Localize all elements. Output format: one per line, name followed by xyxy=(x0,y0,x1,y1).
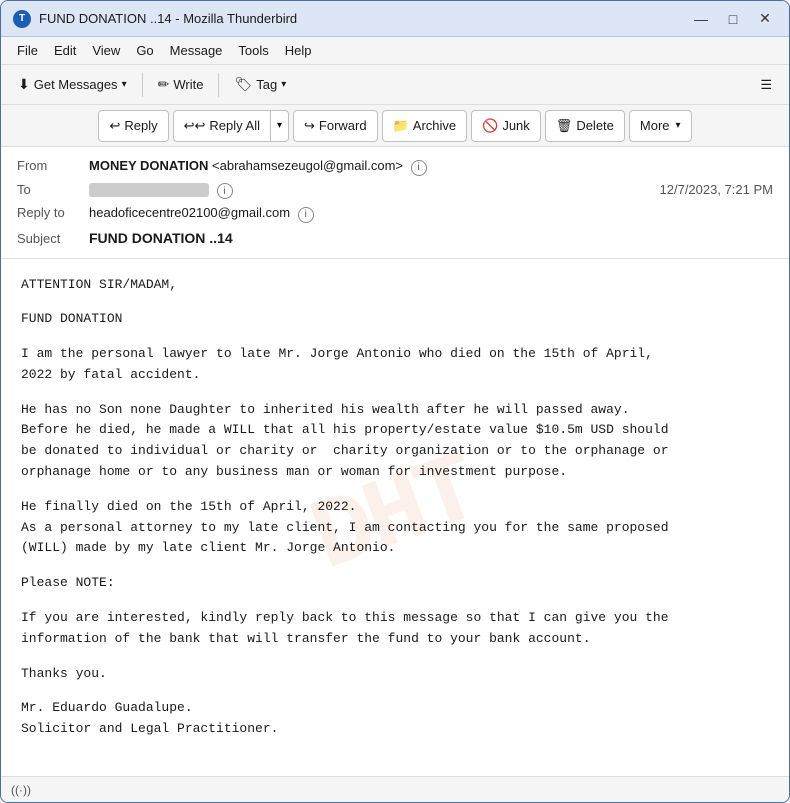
status-bar: ((·)) xyxy=(1,776,789,802)
body-paragraph-0: ATTENTION SIR/MADAM, xyxy=(21,275,769,296)
from-row: From MONEY DONATION <abrahamsezeugol@gma… xyxy=(17,155,773,179)
email-content: ATTENTION SIR/MADAM, FUND DONATION I am … xyxy=(21,275,769,741)
more-group: More ▾ xyxy=(629,110,692,142)
reply-to-value: headoficecentre02100@gmail.com i xyxy=(89,205,773,223)
body-paragraph-1: FUND DONATION xyxy=(21,309,769,330)
subject-label: Subject xyxy=(17,231,89,246)
menu-tools[interactable]: Tools xyxy=(230,41,276,60)
body-paragraph-8: Mr. Eduardo Guadalupe. Solicitor and Leg… xyxy=(21,698,769,740)
maximize-button[interactable]: □ xyxy=(721,9,745,29)
reply-icon: ↩ xyxy=(109,118,120,134)
menu-bar: File Edit View Go Message Tools Help xyxy=(1,37,789,65)
more-dropdown-icon: ▾ xyxy=(676,120,681,131)
toolbar-separator-1 xyxy=(142,73,143,97)
to-info-icon[interactable]: i xyxy=(217,183,233,199)
window-title: FUND DONATION ..14 - Mozilla Thunderbird xyxy=(39,11,689,26)
to-row: To i 12/7/2023, 7:21 PM xyxy=(17,179,773,203)
menu-go[interactable]: Go xyxy=(128,41,161,60)
subject-row: Subject FUND DONATION ..14 xyxy=(17,226,773,250)
menu-view[interactable]: View xyxy=(84,41,128,60)
tag-dropdown-icon[interactable]: ▾ xyxy=(281,79,286,90)
reply-all-group: ↩↩ Reply All ▾ xyxy=(173,110,289,142)
body-paragraph-7: Thanks you. xyxy=(21,664,769,685)
get-messages-dropdown-icon[interactable]: ▾ xyxy=(122,79,127,90)
archive-icon: 📁 xyxy=(393,118,409,134)
body-paragraph-5: Please NOTE: xyxy=(21,573,769,594)
from-value: MONEY DONATION <abrahamsezeugol@gmail.co… xyxy=(89,158,773,176)
reply-all-dropdown-icon: ▾ xyxy=(277,120,282,131)
subject-value: FUND DONATION ..14 xyxy=(89,230,773,246)
write-icon: ✏ xyxy=(158,76,170,93)
tag-icon: 🏷 xyxy=(234,76,252,93)
write-button[interactable]: ✏ Write xyxy=(149,70,213,100)
status-icon: ((·)) xyxy=(11,783,31,797)
toolbar: ⬇ Get Messages ▾ ✏ Write 🏷 Tag ▾ ☰ xyxy=(1,65,789,105)
from-info-icon[interactable]: i xyxy=(411,160,427,176)
menu-edit[interactable]: Edit xyxy=(46,41,84,60)
app-icon: T xyxy=(13,10,31,28)
archive-button[interactable]: 📁 Archive xyxy=(382,110,468,142)
body-paragraph-3: He has no Son none Daughter to inherited… xyxy=(21,400,769,483)
more-button[interactable]: More ▾ xyxy=(629,110,692,142)
reply-all-icon: ↩↩ xyxy=(184,118,206,134)
reply-all-button[interactable]: ↩↩ Reply All xyxy=(173,110,271,142)
to-value: i xyxy=(89,182,660,200)
delete-button[interactable]: 🗑 Delete xyxy=(545,110,625,142)
get-messages-button[interactable]: ⬇ Get Messages ▾ xyxy=(9,70,136,100)
minimize-button[interactable]: — xyxy=(689,9,713,29)
title-bar: T FUND DONATION ..14 - Mozilla Thunderbi… xyxy=(1,1,789,37)
junk-button[interactable]: 🚫 Junk xyxy=(471,110,541,142)
recipient-redacted xyxy=(89,183,209,197)
tag-button[interactable]: 🏷 Tag ▾ xyxy=(225,70,295,100)
forward-button[interactable]: ↪ Forward xyxy=(293,110,378,142)
menu-file[interactable]: File xyxy=(9,41,46,60)
reply-to-info-icon[interactable]: i xyxy=(298,207,314,223)
body-paragraph-2: I am the personal lawyer to late Mr. Jor… xyxy=(21,344,769,386)
from-label: From xyxy=(17,158,89,173)
menu-message[interactable]: Message xyxy=(162,41,231,60)
menu-help[interactable]: Help xyxy=(277,41,320,60)
email-headers: From MONEY DONATION <abrahamsezeugol@gma… xyxy=(1,147,789,259)
body-paragraph-4: He finally died on the 15th of April, 20… xyxy=(21,497,769,559)
toolbar-separator-2 xyxy=(218,73,219,97)
action-bar: ↩ Reply ↩↩ Reply All ▾ ↪ Forward 📁 Archi… xyxy=(1,105,789,147)
email-body: DHT ATTENTION SIR/MADAM, FUND DONATION I… xyxy=(1,259,789,777)
close-button[interactable]: ✕ xyxy=(753,9,777,29)
reply-to-label: Reply to xyxy=(17,205,89,220)
body-paragraph-6: If you are interested, kindly reply back… xyxy=(21,608,769,650)
reply-to-row: Reply to headoficecentre02100@gmail.com … xyxy=(17,202,773,226)
forward-icon: ↪ xyxy=(304,118,315,134)
toolbar-menu-button[interactable]: ☰ xyxy=(751,70,781,100)
window-controls: — □ ✕ xyxy=(689,9,777,29)
main-window: T FUND DONATION ..14 - Mozilla Thunderbi… xyxy=(0,0,790,803)
hamburger-icon: ☰ xyxy=(760,77,772,93)
delete-icon: 🗑 xyxy=(556,118,573,134)
to-label: To xyxy=(17,182,89,197)
email-date: 12/7/2023, 7:21 PM xyxy=(660,182,773,197)
get-messages-icon: ⬇ xyxy=(18,76,30,93)
reply-button[interactable]: ↩ Reply xyxy=(98,110,168,142)
reply-all-dropdown-button[interactable]: ▾ xyxy=(271,110,289,142)
junk-icon: 🚫 xyxy=(482,118,498,134)
